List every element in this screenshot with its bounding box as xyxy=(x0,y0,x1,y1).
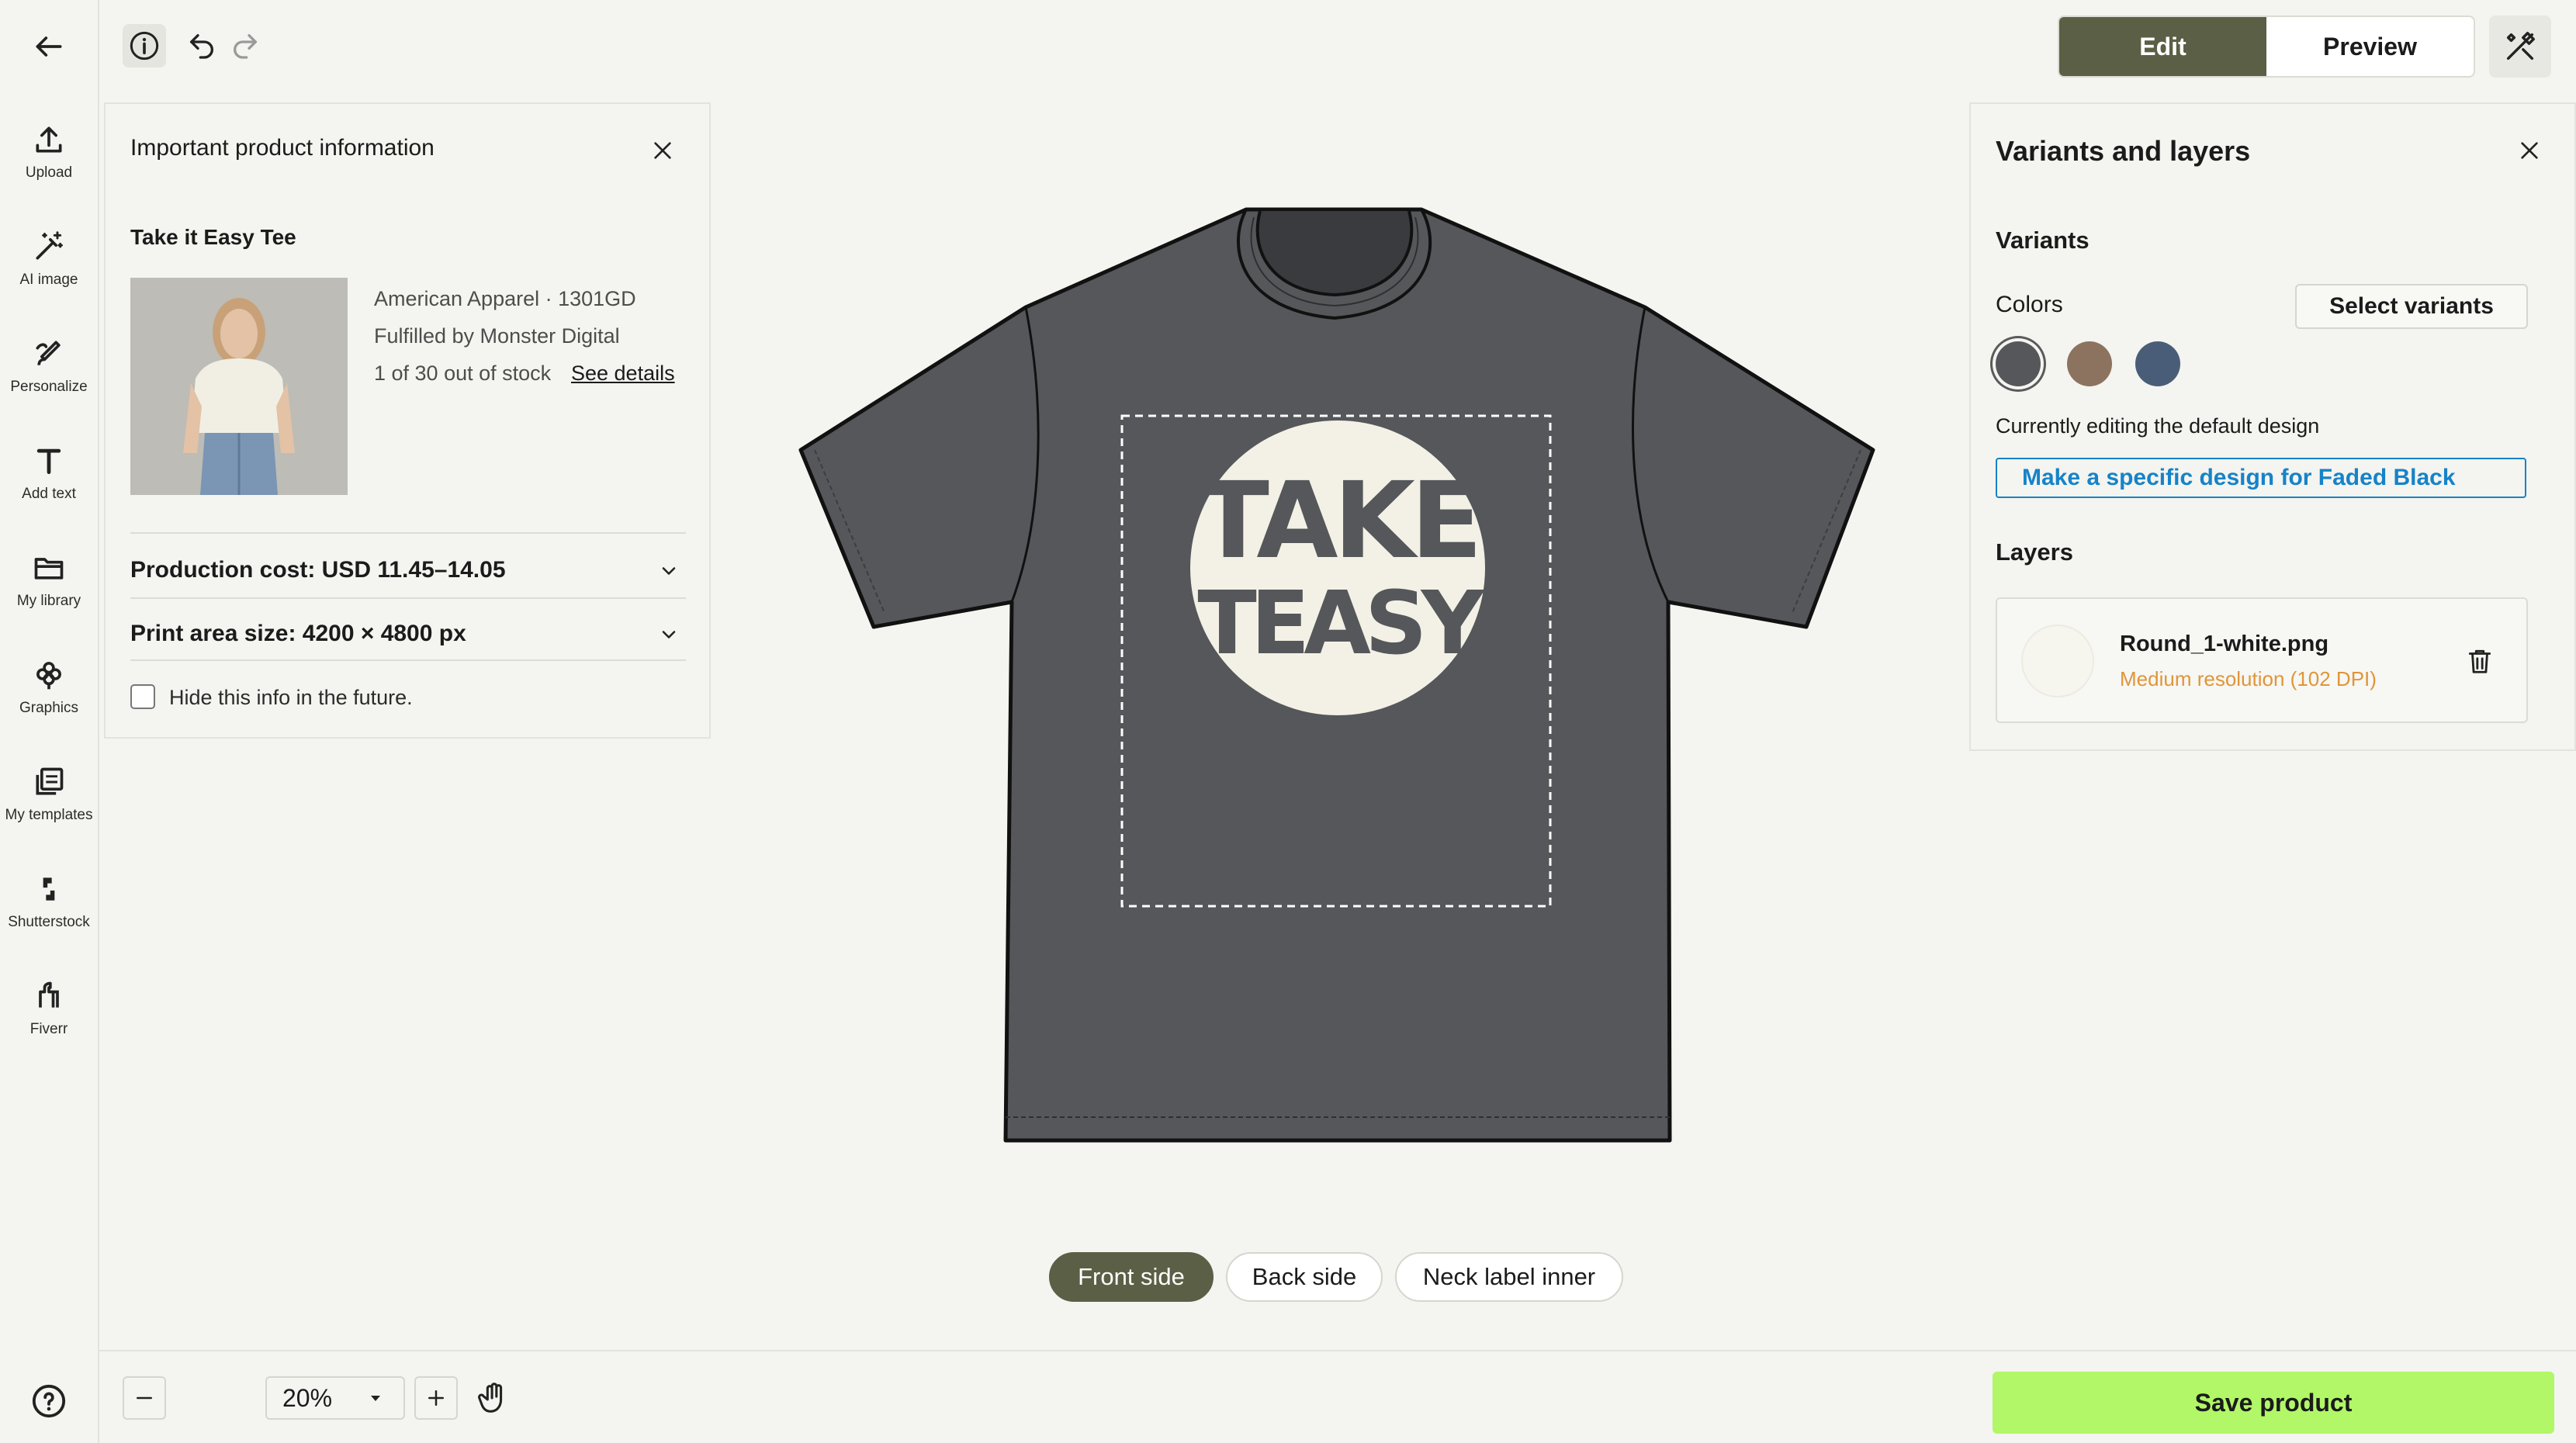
fiverr-icon xyxy=(39,981,59,1008)
close-info-panel-button[interactable] xyxy=(647,135,678,166)
pan-tool-button[interactable] xyxy=(470,1375,517,1421)
preview-tab[interactable]: Preview xyxy=(2266,17,2474,76)
print-area-accordion[interactable]: Print area size: 4200 × 4800 px xyxy=(130,607,686,663)
zoom-out-button[interactable] xyxy=(123,1376,166,1420)
personalize-icon xyxy=(36,341,61,365)
minus-icon xyxy=(137,1396,152,1400)
close-icon xyxy=(654,142,671,159)
product-name: Take it Easy Tee xyxy=(130,225,296,249)
zoom-in-button[interactable] xyxy=(414,1376,458,1420)
layers-heading: Layers xyxy=(1996,538,2073,566)
rail-label: Fiverr xyxy=(29,1021,68,1037)
undo-button[interactable] xyxy=(180,24,223,67)
rail-label: Personalize xyxy=(10,379,88,395)
select-variants-button[interactable]: Select variants xyxy=(2295,284,2528,329)
layer-resolution: Medium resolution (102 DPI) xyxy=(2120,667,2377,690)
edit-tab[interactable]: Edit xyxy=(2059,17,2266,76)
rail-personalize[interactable]: Personalize xyxy=(0,320,98,413)
tools-icon xyxy=(2506,32,2535,61)
artwork-text-bottom: TEASY xyxy=(1197,573,1485,674)
fulfilled-line: Fulfilled by Monster Digital xyxy=(374,324,620,348)
templates-icon xyxy=(36,767,64,795)
flower-icon xyxy=(36,662,61,690)
color-swatch-brown[interactable] xyxy=(2067,341,2112,386)
zoom-value: 20% xyxy=(282,1383,333,1412)
shutterstock-icon xyxy=(43,877,55,901)
rail-label: AI image xyxy=(19,272,78,288)
rail-my-templates[interactable]: My templates xyxy=(0,748,98,841)
info-icon xyxy=(130,31,159,61)
bottom-bar: 20% Save product xyxy=(99,1350,2576,1443)
help-button[interactable] xyxy=(0,1355,98,1443)
zoom-select[interactable]: 20% xyxy=(265,1376,405,1420)
production-cost-accordion[interactable]: Production cost: USD 11.45–14.05 xyxy=(130,543,686,599)
variants-heading: Variants xyxy=(1996,227,2090,254)
rail-label: Graphics xyxy=(19,700,79,716)
product-canvas[interactable]: TAKE TEASY xyxy=(791,194,1893,1156)
colors-label: Colors xyxy=(1996,292,2063,317)
side-back[interactable]: Back side xyxy=(1226,1252,1383,1302)
rail-my-library[interactable]: My library xyxy=(0,534,98,627)
side-front[interactable]: Front side xyxy=(1049,1252,1214,1302)
rail-fiverr[interactable]: Fiverr xyxy=(0,962,98,1055)
tools-button[interactable] xyxy=(2489,16,2551,78)
production-cost-label: Production cost: USD 11.45–14.05 xyxy=(130,557,506,583)
rail-label: My library xyxy=(16,593,81,609)
brand-line: American Apparel · 1301GD xyxy=(374,287,636,310)
rail-shutterstock[interactable]: Shutterstock xyxy=(0,855,98,948)
close-variants-panel-button[interactable] xyxy=(2514,135,2545,166)
trash-icon xyxy=(2468,649,2491,673)
rail-label: Add text xyxy=(22,486,76,502)
stock-line: 1 of 30 out of stock xyxy=(374,362,552,385)
take-it-easy-artwork[interactable]: TAKE TEASY xyxy=(1190,420,1492,715)
editing-note: Currently editing the default design xyxy=(1996,414,2320,438)
chevron-down-icon xyxy=(662,631,676,638)
variants-panel-title: Variants and layers xyxy=(1996,135,2251,167)
redo-button[interactable] xyxy=(223,24,267,67)
product-thumbnail xyxy=(130,278,348,495)
plus-icon xyxy=(428,1390,444,1406)
variants-layers-panel: Variants and layers Variants Colors Sele… xyxy=(1969,102,2576,751)
hand-icon xyxy=(478,1382,503,1413)
side-neck-label-inner[interactable]: Neck label inner xyxy=(1395,1252,1623,1302)
rail-graphics[interactable]: Graphics xyxy=(0,641,98,734)
undo-icon xyxy=(190,34,213,59)
text-icon xyxy=(36,448,61,475)
layer-name: Round_1-white.png xyxy=(2120,632,2329,656)
rail-label: My templates xyxy=(5,807,93,823)
close-icon xyxy=(2521,142,2538,159)
mode-toggle: Edit Preview xyxy=(2058,16,2475,78)
product-info-panel: Important product information Take it Ea… xyxy=(104,102,711,739)
rail-label: Shutterstock xyxy=(8,914,90,930)
hide-info-label: Hide this info in the future. xyxy=(169,686,413,709)
magic-wand-icon xyxy=(36,231,63,260)
caret-down-icon xyxy=(371,1396,380,1401)
rail-add-text[interactable]: Add text xyxy=(0,427,98,520)
rail-upload[interactable]: Upload xyxy=(0,106,98,199)
tshirt-mockup: TAKE TEASY xyxy=(798,207,1875,1143)
rail-label: Upload xyxy=(25,164,73,181)
chevron-down-icon xyxy=(662,567,676,575)
color-swatch-faded-black[interactable] xyxy=(1996,341,2041,386)
arrow-left-icon xyxy=(36,36,62,57)
layer-thumbnail xyxy=(2021,625,2094,697)
upload-icon xyxy=(36,126,62,153)
artwork-text-top: TAKE xyxy=(1197,460,1478,583)
hide-info-checkbox[interactable] xyxy=(130,684,155,709)
color-swatch-blue[interactable] xyxy=(2135,341,2180,386)
make-specific-design-button[interactable]: Make a specific design for Faded Black xyxy=(1996,458,2526,498)
delete-layer-button[interactable] xyxy=(2463,644,2497,678)
info-button[interactable] xyxy=(123,24,166,67)
layer-item[interactable]: Round_1-white.png Medium resolution (102… xyxy=(1996,597,2528,723)
help-icon xyxy=(32,1384,66,1418)
folder-icon xyxy=(34,558,64,580)
redo-icon xyxy=(234,34,257,59)
see-details-link[interactable]: See details xyxy=(571,362,675,386)
left-toolbar: Upload AI image Personalize Add text My … xyxy=(0,0,99,1443)
print-area-label: Print area size: 4200 × 4800 px xyxy=(130,621,466,646)
save-product-button[interactable]: Save product xyxy=(1993,1372,2554,1434)
info-panel-title: Important product information xyxy=(130,135,435,161)
back-button[interactable] xyxy=(0,0,98,93)
rail-ai-image[interactable]: AI image xyxy=(0,213,98,306)
